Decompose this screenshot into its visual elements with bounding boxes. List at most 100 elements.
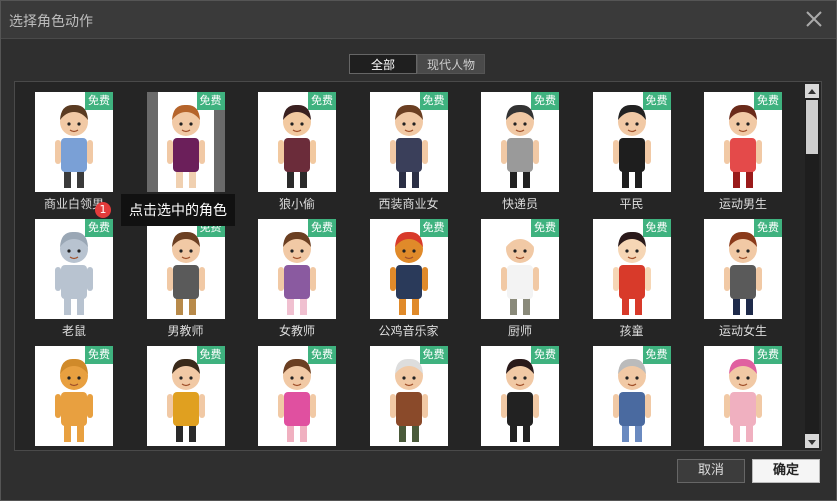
character-card[interactable]: 免费孩童 [592, 219, 671, 346]
free-badge: 免费 [754, 92, 782, 110]
character-card[interactable]: 免费快递员 [481, 92, 559, 219]
character-figure-icon [389, 358, 428, 442]
free-badge: 免费 [531, 346, 559, 364]
free-badge: 免费 [754, 219, 782, 237]
free-badge: 免费 [642, 92, 671, 110]
free-badge: 免费 [196, 346, 225, 364]
character-thumbnail[interactable]: 免费 [481, 346, 559, 446]
character-card[interactable]: 免费 厨师 [481, 219, 559, 346]
character-thumbnail[interactable]: 免费 [146, 219, 225, 319]
free-badge: 免费 [85, 92, 113, 110]
cancel-button[interactable]: 取消 [677, 459, 745, 483]
character-figure-icon [612, 104, 651, 188]
free-badge: 免费 [531, 92, 559, 110]
character-name: 男教师 [167, 324, 204, 338]
character-grid-panel: 免费 商业白领男 免费 免费 狼小偷 免费 西装商业女 免费 快递员 免费 平民 免费 运动男生 免费 老鼠… [14, 81, 822, 451]
character-figure-icon [724, 358, 762, 442]
character-card[interactable]: 免费 老鼠 [35, 219, 113, 346]
free-badge: 免费 [196, 92, 225, 110]
free-badge: 免费 [419, 92, 448, 110]
ok-button[interactable]: 确定 [752, 459, 820, 483]
character-grid: 免费 商业白领男 免费 免费 狼小偷 免费 西装商业女 免费 快递员 免费 平民 免费 运动男生 免费 老鼠… [35, 92, 782, 450]
character-card[interactable]: 免费 [481, 346, 559, 450]
character-figure-icon [501, 358, 539, 442]
character-thumbnail[interactable]: 免费 [369, 219, 448, 319]
character-thumbnail[interactable]: 免费 [481, 92, 559, 192]
character-name: 公鸡音乐家 [378, 324, 439, 338]
character-card[interactable]: 免费 平民 [592, 92, 671, 219]
character-thumbnail[interactable]: 免费 [258, 92, 336, 192]
character-thumbnail[interactable]: 免费 [258, 346, 336, 446]
free-badge: 免费 [308, 346, 336, 364]
tab-modern-people[interactable]: 现代人物 [417, 54, 485, 74]
character-thumbnail[interactable]: 免费 [258, 219, 336, 319]
select-character-dialog: 选择角色动作 全部 现代人物 免费 商业白领男 免费 免费 狼小偷 免费 西装商业女 免费 快递… [0, 0, 837, 501]
scroll-down-button[interactable] [805, 434, 819, 448]
tab-all[interactable]: 全部 [349, 54, 417, 74]
close-icon[interactable] [804, 9, 824, 29]
character-card[interactable]: 免费运动男生 [704, 92, 782, 219]
character-card[interactable]: 免费 [258, 346, 336, 450]
character-card[interactable]: 免费运动女生 [704, 219, 782, 346]
scrollbar-thumb[interactable] [806, 100, 818, 154]
free-badge: 免费 [308, 92, 336, 110]
character-name: 快递员 [501, 197, 538, 211]
character-figure-icon [501, 231, 539, 315]
character-thumbnail[interactable]: 免费 [592, 346, 671, 446]
arrow-down-icon [808, 440, 816, 445]
free-badge: 免费 [531, 219, 559, 237]
character-card[interactable]: 免费 [592, 346, 671, 450]
character-figure-icon [501, 104, 539, 188]
character-thumbnail[interactable]: 免费 [35, 346, 113, 446]
character-card[interactable]: 免费女教师 [258, 219, 336, 346]
character-card[interactable]: 免费 [369, 346, 448, 450]
dialog-title: 选择角色动作 [9, 14, 93, 30]
scroll-up-button[interactable] [805, 84, 819, 98]
character-name: 狼小偷 [278, 197, 315, 211]
free-badge: 免费 [754, 346, 782, 364]
character-thumbnail[interactable]: 免费 [704, 219, 782, 319]
character-figure-icon [389, 104, 428, 188]
character-figure-icon [612, 231, 651, 315]
character-figure-icon [612, 358, 651, 442]
free-badge: 免费 [642, 219, 671, 237]
character-card[interactable]: 免费 [35, 346, 113, 450]
character-name: 运动男生 [718, 197, 767, 211]
hint-tooltip: 1 点击选中的角色 [95, 194, 235, 226]
character-card[interactable]: 免费狼小偷 [258, 92, 336, 219]
character-figure-icon [724, 104, 762, 188]
character-thumbnail[interactable]: 免费 [369, 346, 448, 446]
character-card[interactable]: 免费 [146, 346, 225, 450]
character-name: 孩童 [619, 324, 644, 338]
character-card[interactable]: 免费 [704, 346, 782, 450]
character-thumbnail[interactable]: 免费 [592, 92, 671, 192]
category-tabs: 全部 现代人物 [349, 54, 485, 74]
character-figure-icon [724, 231, 762, 315]
character-thumbnail[interactable]: 免费 [35, 92, 113, 192]
character-thumbnail[interactable]: 免费 [481, 219, 559, 319]
character-figure-icon [278, 231, 316, 315]
character-thumbnail[interactable]: 免费 [704, 92, 782, 192]
free-badge: 免费 [308, 219, 336, 237]
character-figure-icon [55, 104, 93, 188]
vertical-scrollbar[interactable] [805, 84, 819, 448]
character-name: 运动女生 [718, 324, 767, 338]
character-card[interactable]: 免费 西装商业女 [369, 92, 448, 219]
character-thumbnail[interactable]: 免费 [592, 219, 671, 319]
character-card[interactable]: 免费 公鸡音乐家 [369, 219, 448, 346]
step-number-badge: 1 [95, 202, 111, 218]
character-card[interactable]: 免费 男教师 [146, 219, 225, 346]
free-badge: 免费 [642, 346, 671, 364]
character-figure-icon [166, 358, 205, 442]
character-name: 女教师 [278, 324, 315, 338]
character-name: 老鼠 [61, 324, 86, 338]
titlebar: 选择角色动作 [1, 1, 836, 39]
character-thumbnail[interactable]: 免费 [35, 219, 113, 319]
character-thumbnail[interactable]: 免费 [704, 346, 782, 446]
character-thumbnail[interactable]: 免费 [146, 92, 225, 192]
character-thumbnail[interactable]: 免费 [146, 346, 225, 446]
character-figure-icon [278, 104, 316, 188]
character-thumbnail[interactable]: 免费 [369, 92, 448, 192]
free-badge: 免费 [419, 346, 448, 364]
arrow-up-icon [808, 89, 816, 94]
